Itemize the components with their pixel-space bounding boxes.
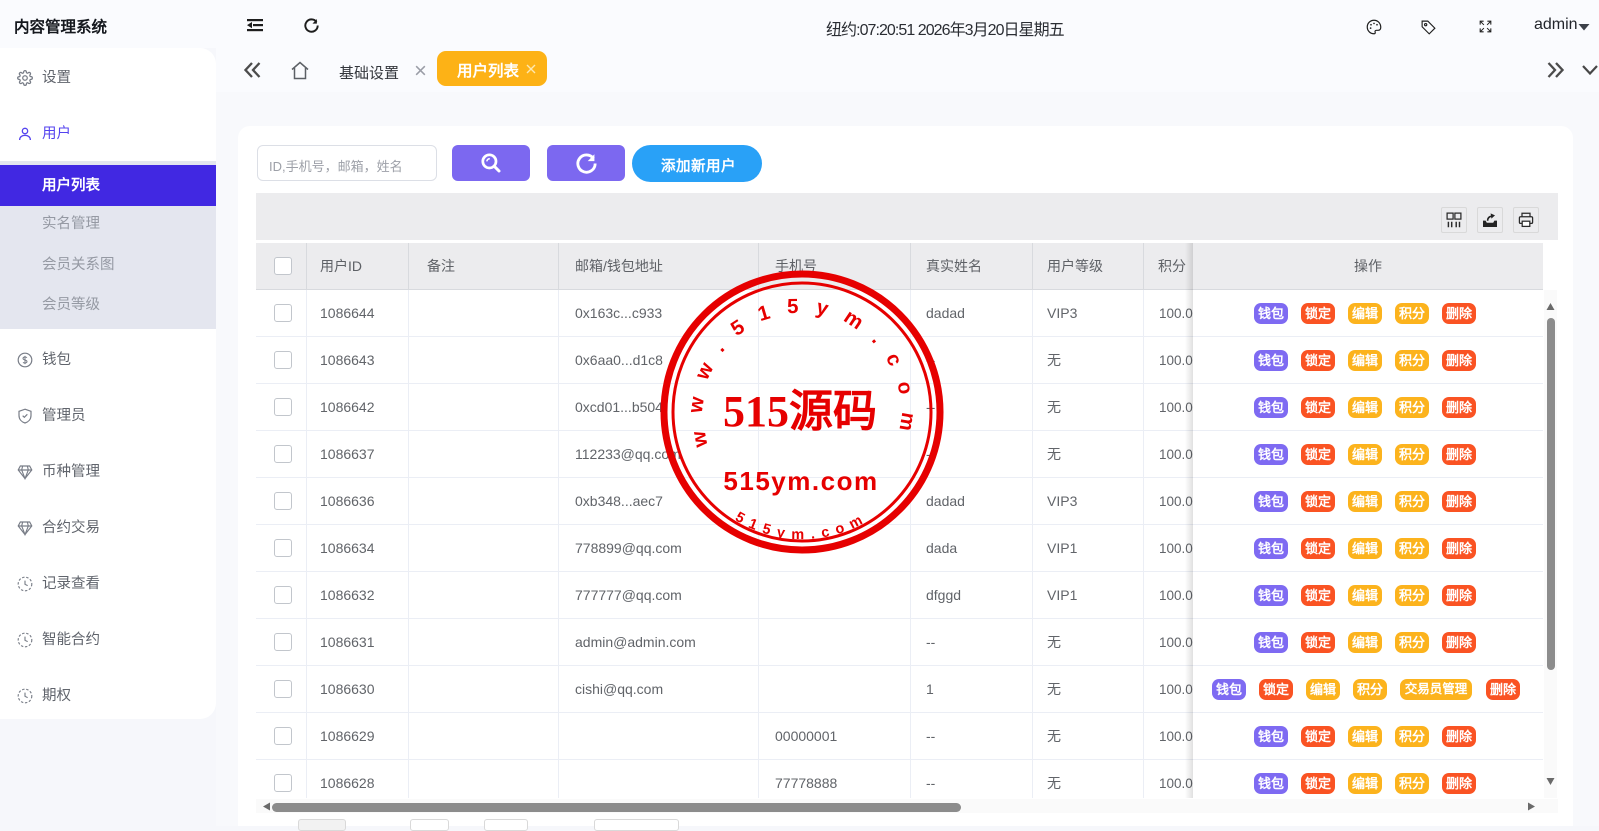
svg-text:515ym.com: 515ym.com	[723, 466, 878, 496]
svg-text:515源码: 515源码	[723, 387, 877, 436]
